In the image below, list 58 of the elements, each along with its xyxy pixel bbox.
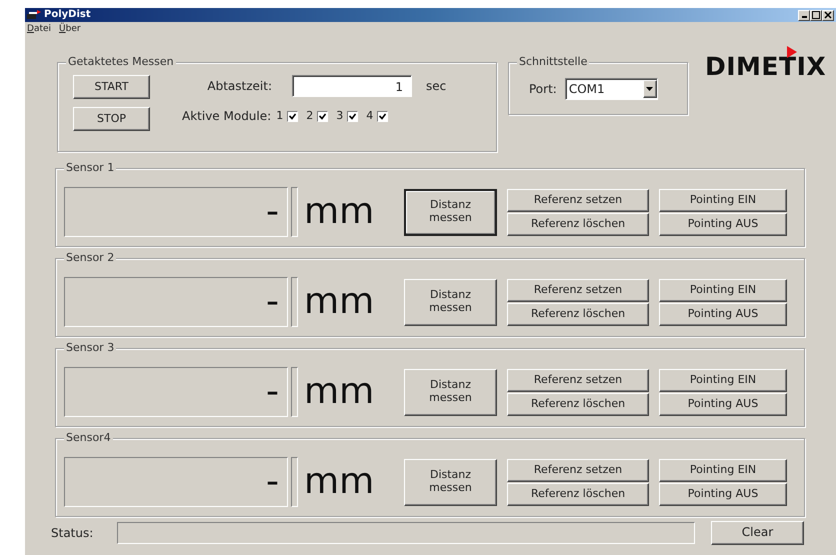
field-label: Aktive Module: xyxy=(182,108,272,125)
reference-set-button[interactable]: Referenz setzen xyxy=(507,368,649,392)
reference-clear-button[interactable]: Referenz löschen xyxy=(507,302,649,326)
measure-button[interactable]: Distanz messen xyxy=(404,368,497,416)
pointing-off-button[interactable]: Pointing AUS xyxy=(659,392,787,416)
unit-label: mm xyxy=(304,194,376,230)
distance-readout: - xyxy=(64,187,288,237)
minimize-icon xyxy=(802,16,806,18)
distance-readout: - xyxy=(64,277,288,327)
logo-text: DIMETIX xyxy=(705,52,826,81)
pointing-off-button[interactable]: Pointing AUS xyxy=(659,482,787,506)
pointing-on-button[interactable]: Pointing EIN xyxy=(659,458,787,482)
menu-item[interactable]: Datei xyxy=(27,22,52,36)
reference-clear-button[interactable]: Referenz löschen xyxy=(507,212,649,236)
pointing-on-button[interactable]: Pointing EIN xyxy=(659,188,787,212)
unit-label: mm xyxy=(304,284,376,320)
pointing-on-button[interactable]: Pointing EIN xyxy=(659,368,787,392)
checkbox-label: 4 xyxy=(366,108,374,124)
distance-readout: - xyxy=(64,457,288,507)
distance-readout: - xyxy=(64,367,288,417)
clear-button[interactable]: Clear xyxy=(711,521,804,545)
start-button[interactable]: START xyxy=(73,75,150,99)
close-button[interactable] xyxy=(822,10,834,20)
checkbox-label: 3 xyxy=(336,108,344,124)
measure-button[interactable]: Distanz messen xyxy=(404,188,497,236)
checkbox-label: 2 xyxy=(306,108,314,124)
unit-label: mm xyxy=(304,464,376,500)
pointing-off-button[interactable]: Pointing AUS xyxy=(659,302,787,326)
interval-field[interactable]: 1 xyxy=(292,75,412,97)
reference-set-button[interactable]: Referenz setzen xyxy=(507,458,649,482)
checkbox[interactable] xyxy=(317,110,328,122)
field-label: Abtastzeit: xyxy=(206,78,273,95)
pointing-off-button[interactable]: Pointing AUS xyxy=(659,212,787,236)
reference-set-button[interactable]: Referenz setzen xyxy=(507,188,649,212)
reference-clear-button[interactable]: Referenz löschen xyxy=(507,392,649,416)
maximize-icon xyxy=(812,10,820,18)
unit-label: mm xyxy=(304,374,376,410)
status-label: Status: xyxy=(51,525,94,542)
field-label: Port: xyxy=(529,81,557,98)
logo-flag-icon xyxy=(787,46,797,58)
checkbox[interactable] xyxy=(347,110,358,122)
minimize-button[interactable] xyxy=(798,10,810,20)
pointing-on-button[interactable]: Pointing EIN xyxy=(659,278,787,302)
reference-clear-button[interactable]: Referenz löschen xyxy=(507,482,649,506)
unit-label: sec xyxy=(426,78,446,95)
app-icon xyxy=(27,10,41,20)
reference-set-button[interactable]: Referenz setzen xyxy=(507,278,649,302)
maximize-button[interactable] xyxy=(810,10,822,20)
port-dropdown[interactable]: COM1 xyxy=(564,78,658,100)
stop-button[interactable]: STOP xyxy=(73,107,150,131)
measure-button[interactable]: Distanz messen xyxy=(404,458,497,506)
window-title: PolyDist xyxy=(44,8,91,22)
checkbox[interactable] xyxy=(287,110,298,122)
checkbox-label: 1 xyxy=(276,108,284,124)
measure-button[interactable]: Distanz messen xyxy=(404,278,497,326)
menu-item[interactable]: Über xyxy=(59,22,81,36)
close-icon xyxy=(824,10,832,18)
checkbox[interactable] xyxy=(377,110,388,122)
